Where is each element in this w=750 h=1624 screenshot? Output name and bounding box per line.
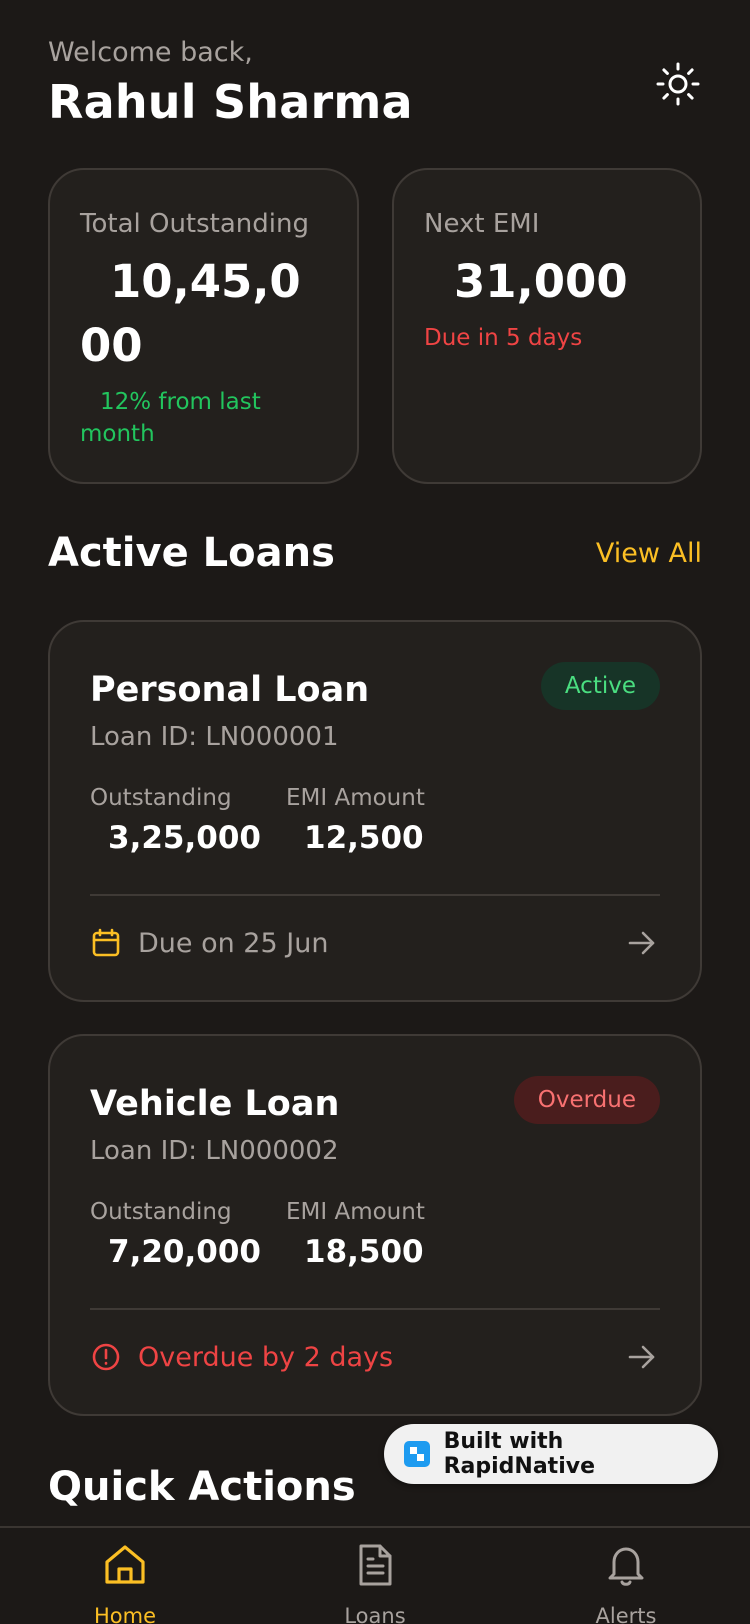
divider [90, 894, 660, 896]
next-emi-due: Due in 5 days [424, 325, 583, 351]
tab-label: Alerts [595, 1604, 657, 1624]
loan-card-personal[interactable]: Personal Loan Loan ID: LN000001 Active O… [48, 620, 702, 1002]
home-icon [100, 1540, 150, 1590]
sun-icon [656, 62, 700, 106]
theme-toggle-button[interactable] [654, 60, 702, 108]
outstanding-value: 7,20,000 [108, 1234, 261, 1270]
tab-alerts[interactable]: Alerts [556, 1540, 696, 1624]
loan-id: Loan ID: LN000001 [90, 722, 339, 752]
next-emi-card[interactable]: Next EMI 31,000 Due in 5 days [392, 168, 702, 484]
built-with-badge[interactable]: Built with RapidNative [384, 1424, 718, 1484]
outstanding-value: 3,25,000 [108, 820, 261, 856]
total-outstanding-value: 10,45,000 [80, 255, 301, 372]
emi-value: 12,500 [304, 820, 424, 856]
loan-card-vehicle[interactable]: Vehicle Loan Loan ID: LN000002 Overdue O… [48, 1034, 702, 1416]
outstanding-label: Outstanding [90, 1199, 232, 1225]
divider [90, 1308, 660, 1310]
quick-actions-title: Quick Actions [48, 1464, 356, 1510]
outstanding-metric: Outstanding 7,20,000 [90, 1196, 261, 1276]
emi-metric: EMI Amount 18,500 [286, 1196, 425, 1276]
next-emi-label: Next EMI [424, 209, 540, 239]
bell-icon [601, 1540, 651, 1590]
next-emi-value: 31,000 [454, 255, 628, 308]
loan-dashboard: Welcome back, Rahul Sharma Total Outstan… [0, 0, 750, 1624]
loan-name: Vehicle Loan [90, 1084, 340, 1124]
tab-label: Loans [344, 1604, 406, 1624]
emi-label: EMI Amount [286, 785, 425, 811]
arrow-right-icon[interactable] [624, 925, 660, 961]
header: Welcome back, Rahul Sharma [48, 34, 702, 132]
tab-home[interactable]: Home [55, 1540, 195, 1624]
emi-metric: EMI Amount 12,500 [286, 782, 425, 862]
outstanding-label: Outstanding [90, 785, 232, 811]
welcome-text: Welcome back, [48, 37, 253, 68]
status-badge: Overdue [513, 1076, 660, 1124]
emi-label: EMI Amount [286, 1199, 425, 1225]
active-loans-header: Active Loans View All [48, 530, 702, 576]
loan-footer: Due on 25 Jun [90, 916, 660, 970]
built-with-text: Built with RapidNative [443, 1429, 595, 1479]
document-icon [350, 1540, 400, 1590]
view-all-link[interactable]: View All [596, 538, 702, 569]
outstanding-change: 12% from last month [80, 389, 261, 447]
tab-loans[interactable]: Loans [305, 1540, 445, 1624]
section-title: Active Loans [48, 530, 335, 576]
user-name: Rahul Sharma [48, 75, 413, 129]
calendar-icon [90, 927, 122, 959]
total-outstanding-card[interactable]: Total Outstanding 10,45,000 12% from las… [48, 168, 359, 484]
status-badge: Active [540, 662, 660, 710]
emi-value: 18,500 [304, 1234, 424, 1270]
due-date-text: Due on 25 Jun [138, 927, 329, 959]
loan-footer: Overdue by 2 days [90, 1330, 660, 1384]
arrow-right-icon[interactable] [624, 1339, 660, 1375]
rapidnative-logo-icon [404, 1441, 430, 1467]
outstanding-metric: Outstanding 3,25,000 [90, 782, 261, 862]
tab-label: Home [93, 1604, 156, 1624]
bottom-tab-bar: Home Loans Alerts [0, 1526, 750, 1624]
total-outstanding-label: Total Outstanding [80, 209, 309, 239]
loan-name: Personal Loan [90, 670, 370, 710]
alert-circle-icon [90, 1341, 122, 1373]
loan-id: Loan ID: LN000002 [90, 1136, 339, 1166]
overdue-text: Overdue by 2 days [138, 1341, 394, 1373]
